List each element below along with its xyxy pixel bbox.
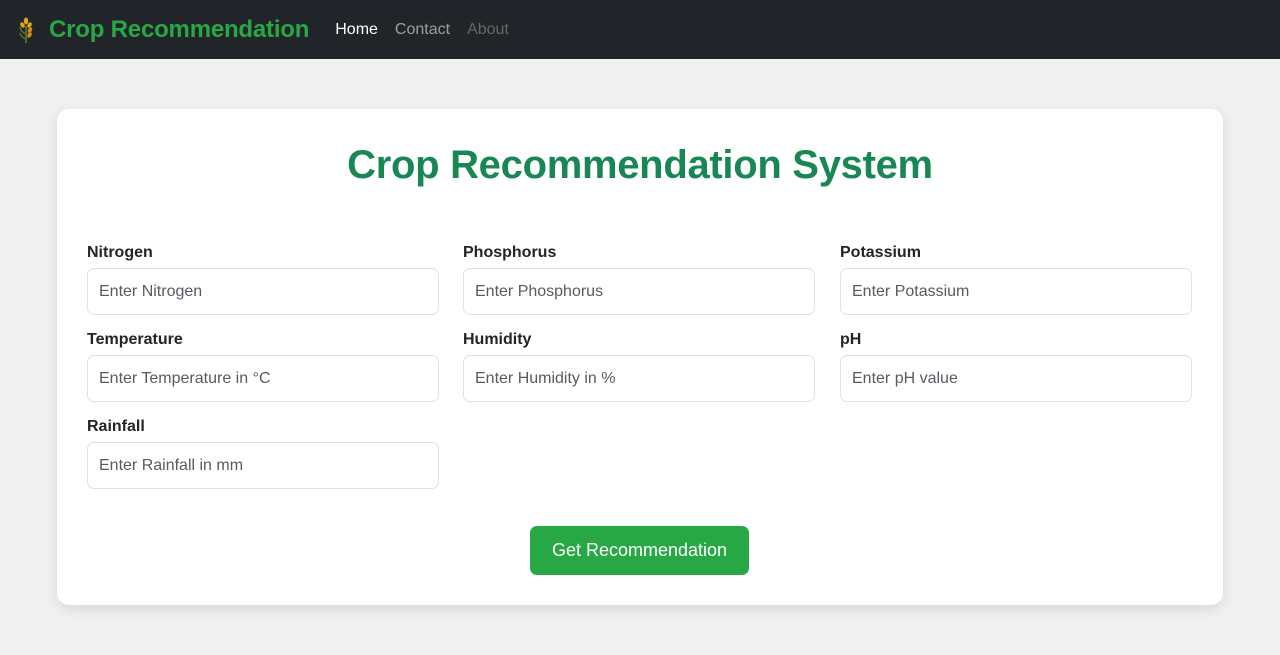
nav-about[interactable]: About	[467, 21, 509, 39]
nitrogen-field-group: Nitrogen	[87, 243, 439, 315]
potassium-input[interactable]	[840, 268, 1192, 315]
form-card: Crop Recommendation System Nitrogen Phos…	[57, 109, 1223, 605]
temperature-label: Temperature	[87, 331, 183, 348]
humidity-input[interactable]	[463, 355, 815, 402]
page-title: Crop Recommendation System	[347, 143, 933, 187]
potassium-label: Potassium	[840, 244, 921, 261]
rainfall-field-group: Rainfall	[87, 417, 439, 489]
nav-links: Home Contact About	[335, 21, 526, 39]
ph-label: pH	[840, 331, 862, 348]
rainfall-label: Rainfall	[87, 418, 145, 435]
nitrogen-input[interactable]	[87, 268, 439, 315]
nav-contact[interactable]: Contact	[395, 21, 450, 39]
navbar: Crop Recommendation Home Contact About	[0, 0, 1280, 59]
humidity-label: Humidity	[463, 331, 532, 348]
brand-title: Crop Recommendation	[49, 15, 310, 43]
ph-input[interactable]	[840, 355, 1192, 402]
phosphorus-label: Phosphorus	[463, 244, 557, 261]
phosphorus-field-group: Phosphorus	[463, 243, 815, 315]
rainfall-input[interactable]	[87, 442, 439, 489]
temperature-input[interactable]	[87, 355, 439, 402]
wheat-icon	[16, 16, 38, 44]
brand-link[interactable]: Crop Recommendation	[16, 16, 309, 44]
ph-field-group: pH	[840, 330, 1192, 402]
nav-home[interactable]: Home	[335, 21, 378, 39]
nitrogen-label: Nitrogen	[87, 244, 153, 261]
humidity-field-group: Humidity	[463, 330, 815, 402]
temperature-field-group: Temperature	[87, 330, 439, 402]
potassium-field-group: Potassium	[840, 243, 1192, 315]
get-recommendation-button[interactable]: Get Recommendation	[530, 526, 749, 575]
phosphorus-input[interactable]	[463, 268, 815, 315]
